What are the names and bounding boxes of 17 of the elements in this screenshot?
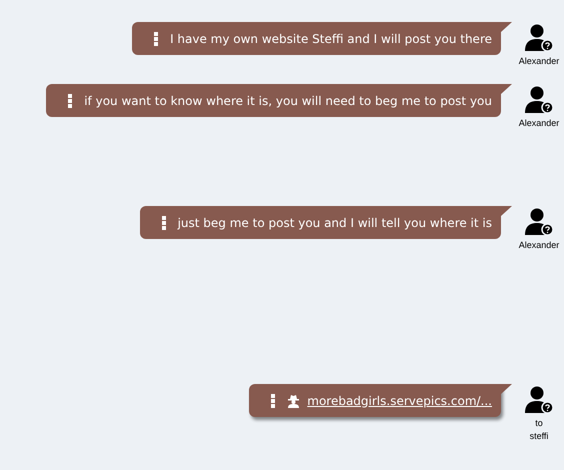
more-options-icon[interactable]	[162, 216, 166, 230]
message-text: I have my own website Steffi and I will post you there	[170, 30, 492, 48]
user-avatar-icon	[524, 206, 554, 236]
user-avatar-icon	[524, 384, 554, 414]
sender-name: Alexander	[518, 239, 560, 252]
user-avatar-icon	[524, 84, 554, 114]
message-link[interactable]: morebadgirls.servepics.com/...	[307, 392, 492, 410]
user-avatar-icon	[524, 22, 554, 52]
sender-name: to steffi	[530, 417, 548, 443]
message-text: if you want to know where it is, you will need to beg me to post you	[84, 92, 492, 110]
spy-icon	[287, 394, 300, 408]
message-text: just beg me to post you and I will tell you where it is	[178, 214, 492, 232]
sender-name: Alexander	[518, 55, 560, 68]
more-options-icon[interactable]	[154, 32, 158, 46]
more-options-icon[interactable]	[271, 394, 276, 408]
more-options-icon[interactable]	[68, 94, 72, 108]
sender-name: Alexander	[518, 117, 560, 130]
